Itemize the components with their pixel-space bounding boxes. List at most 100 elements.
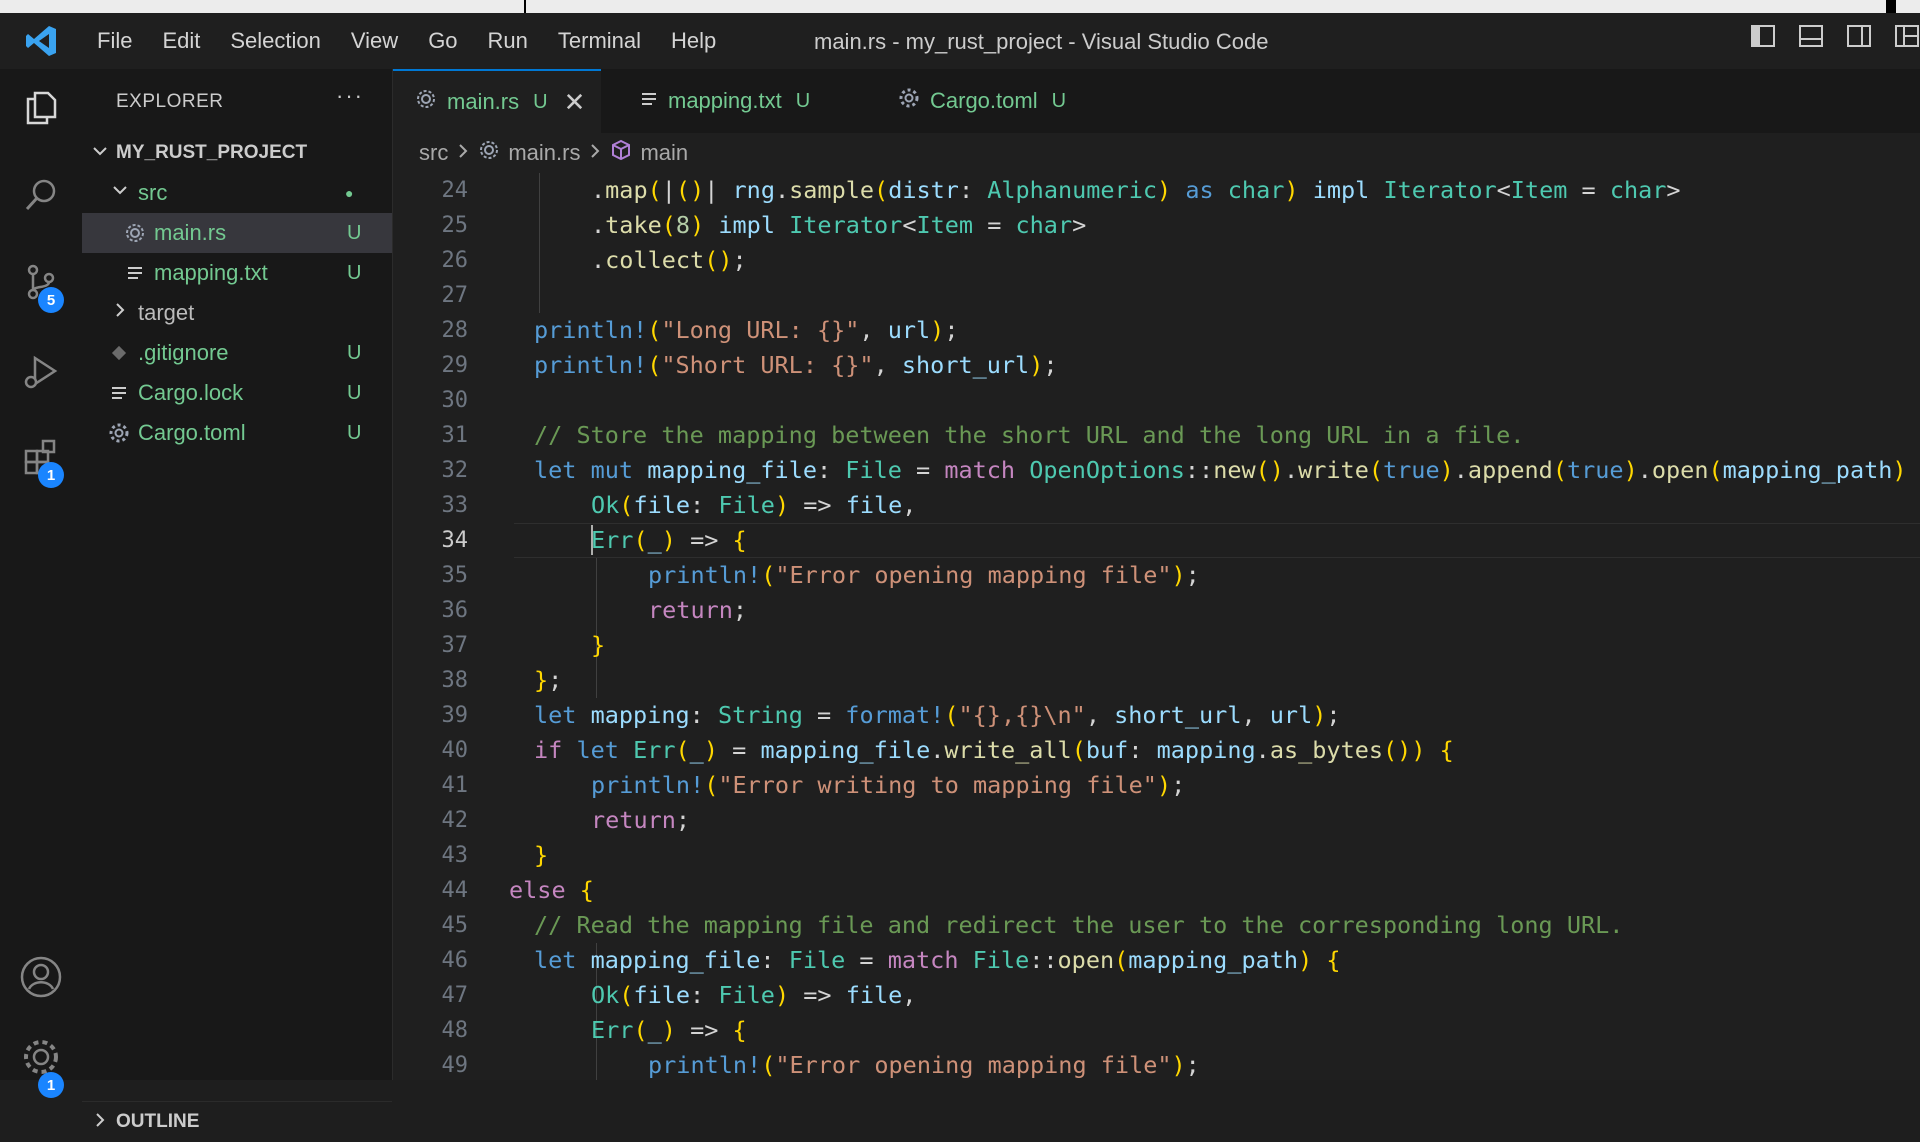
code-line: .map(|()| rng.sample(distr: Alphanumeric… [591,176,1681,204]
tree-item-label: main.rs [154,220,227,245]
tab-git-status: U [533,90,548,113]
toggle-secondary-sidebar-icon[interactable] [1846,23,1872,49]
menu-terminal[interactable]: Terminal [543,28,656,54]
explorer-title: EXPLORER [116,91,224,112]
run-debug-activity[interactable] [0,339,82,409]
files-icon [21,87,61,131]
run-debug-icon [21,352,61,396]
chevron-down-icon [90,141,110,166]
toggle-primary-sidebar-icon[interactable] [1750,23,1776,49]
chevron-right-icon [588,142,602,165]
tab-label: mapping.txt [668,88,782,113]
code-line: .take(8) impl Iterator<Item = char> [591,211,1087,239]
menu-edit[interactable]: Edit [147,28,215,54]
line-number: 49 [441,1053,469,1078]
git-status-untracked: U [347,261,362,284]
modified-dot: ● [345,185,354,201]
extensions-activity[interactable]: 1 [0,424,82,494]
line-number: 31 [441,423,469,448]
explorer-more-actions[interactable]: ··· [336,83,364,109]
explorer-sidebar: EXPLORER ··· MY_RUST_PROJECT src ● main.… [82,69,393,1132]
menu-run[interactable]: Run [473,28,543,54]
source-control-activity[interactable]: 5 [0,249,82,319]
tab-label: main.rs [447,89,520,114]
tree-item-label: src [138,180,168,205]
search-activity[interactable] [0,162,82,232]
tree-folder-target[interactable]: target [82,293,392,333]
chevron-right-icon [110,300,130,326]
code-line: Ok(file: File) => file, [591,981,917,1009]
project-folder-header[interactable]: MY_RUST_PROJECT [82,135,392,171]
menu-help[interactable]: Help [656,28,731,54]
outline-section-header[interactable]: OUTLINE [82,1101,392,1142]
git-file-icon [108,342,130,364]
code-line: else { [509,876,594,904]
line-number: 36 [441,598,469,623]
settings-activity[interactable]: 1 [0,1024,82,1098]
line-number: 35 [441,563,469,588]
tab-git-status: U [1051,89,1067,112]
symbol-cube-icon [610,139,632,167]
tree-folder-src[interactable]: src ● [82,173,392,213]
close-icon[interactable]: ✕ [564,87,586,118]
toggle-panel-icon[interactable] [1798,23,1824,49]
code-line: println!("Error writing to mapping file"… [591,771,1186,799]
outline-title: OUTLINE [116,1111,200,1132]
gear-file-icon [898,87,920,115]
line-number: 29 [441,353,469,378]
breadcrumb-src[interactable]: src [419,140,448,166]
line-number: 37 [441,633,469,658]
menu-bar: File Edit Selection View Go Run Terminal… [82,13,731,69]
customize-layout-icon[interactable] [1894,23,1920,49]
breadcrumb-file[interactable]: main.rs [508,140,580,166]
code-line: } [534,841,549,869]
breadcrumb: src main.rs main [393,133,1920,173]
tree-file-gitignore[interactable]: .gitignore U [82,333,392,373]
tab-git-status: U [795,89,811,112]
tree-file-cargo-toml[interactable]: Cargo.toml U [82,413,392,453]
line-number-current: 34 [441,528,469,553]
git-status-untracked: U [347,221,362,244]
accounts-activity[interactable] [0,944,82,1014]
text-cursor [591,525,593,555]
tab-cargo-toml[interactable]: Cargo.toml U [898,69,1118,133]
menu-selection[interactable]: Selection [215,28,336,54]
vscode-logo-icon [0,13,82,69]
chevron-right-icon [90,1110,110,1135]
code-editor[interactable]: 24 25 26 27 28 29 30 31 32 33 34 35 36 3… [393,173,1920,1080]
line-number: 25 [441,213,469,238]
code-line: let mut mapping_file: File = match OpenO… [534,456,1907,484]
line-number: 32 [441,458,469,483]
tree-file-mapping-txt[interactable]: mapping.txt U [82,253,392,293]
tree-item-label: .gitignore [138,340,229,365]
gear-file-icon [108,422,130,444]
code-line: let mapping: String = format!("{},{}\n",… [534,701,1341,729]
line-number: 39 [441,703,469,728]
tab-label: Cargo.toml [930,88,1038,113]
menu-file[interactable]: File [82,28,147,54]
line-number: 45 [441,913,469,938]
tab-main-rs[interactable]: main.rs U ✕ [393,69,601,133]
explorer-activity[interactable] [0,74,82,144]
git-status-untracked: U [347,381,362,404]
menu-view[interactable]: View [336,28,413,54]
chevron-right-icon [456,142,470,165]
tab-mapping-txt[interactable]: mapping.txt U [640,69,860,133]
line-number: 42 [441,808,469,833]
layout-controls [1750,23,1920,49]
title-bar: File Edit Selection View Go Run Terminal… [0,13,1920,69]
tree-file-cargo-lock[interactable]: Cargo.lock U [82,373,392,413]
top-strip-segment [1896,0,1920,13]
breadcrumb-symbol[interactable]: main [640,140,688,166]
tree-item-label: mapping.txt [154,260,268,285]
rust-file-icon [124,222,146,244]
code-line: } [591,631,606,659]
menu-go[interactable]: Go [413,28,472,54]
line-number: 46 [441,948,469,973]
source-control-badge: 5 [38,287,64,313]
code-line: .collect(); [591,246,747,274]
line-number: 43 [441,843,469,868]
tree-file-main-rs[interactable]: main.rs U [82,213,392,253]
line-number: 27 [441,283,469,308]
activity-bar: 5 1 1 [0,69,82,1098]
